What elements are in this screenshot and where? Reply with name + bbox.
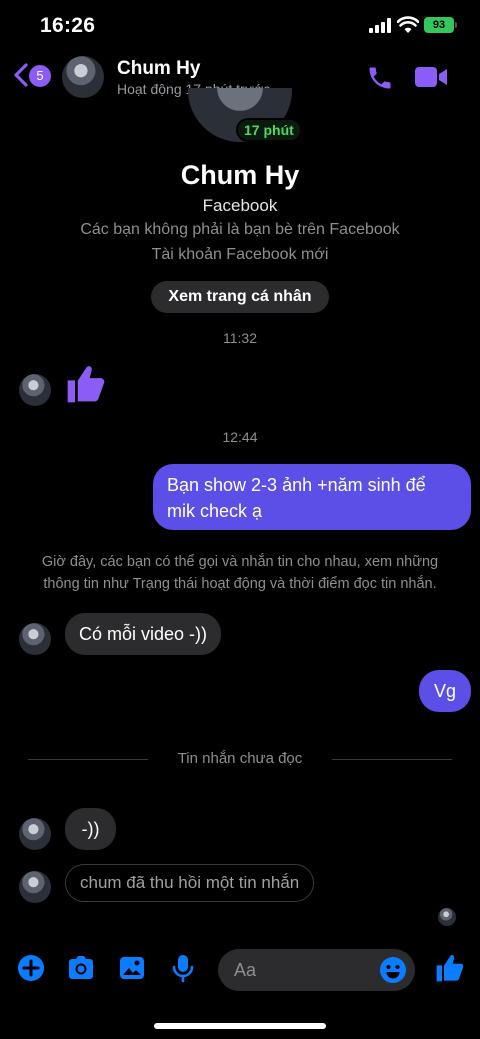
home-indicator <box>154 1023 326 1029</box>
message-input-box[interactable] <box>218 949 415 991</box>
thumbs-up-send-icon[interactable] <box>434 952 466 984</box>
wifi-icon <box>397 16 419 33</box>
contact-avatar[interactable] <box>62 56 104 98</box>
status-bar: 16:26 93 <box>0 0 480 50</box>
battery-indicator: 93 <box>424 17 454 33</box>
profile-name: Chum Hy <box>180 160 300 190</box>
status-time: 16:26 <box>40 14 96 37</box>
incoming-message[interactable]: -)) <box>65 808 116 850</box>
sender-avatar[interactable] <box>19 623 51 655</box>
account-age-note: Tài khoản Facebook mới <box>151 246 329 263</box>
timestamp: 11:32 <box>223 330 257 346</box>
cellular-signal-icon <box>369 18 391 33</box>
plus-icon[interactable] <box>16 953 46 983</box>
system-notice-line: thông tin như Trạng thái hoạt động và th… <box>43 576 437 592</box>
outgoing-message[interactable]: Bạn show 2-3 ảnh +năm sinh để mik check … <box>153 464 471 530</box>
timestamp: 12:44 <box>222 429 258 445</box>
sender-avatar[interactable] <box>19 871 51 903</box>
active-time-badge: 17 phút <box>236 118 302 142</box>
camera-icon[interactable] <box>66 953 96 983</box>
composer-toolbar <box>0 945 480 995</box>
outgoing-message[interactable]: Vg <box>419 670 471 712</box>
gallery-icon[interactable] <box>117 953 147 983</box>
microphone-icon[interactable] <box>168 953 198 983</box>
recalled-message-notice: chum đã thu hồi một tin nhắn <box>65 864 315 902</box>
profile-source: Facebook <box>202 196 278 215</box>
read-receipt-avatar <box>438 908 456 926</box>
back-chevron-icon[interactable] <box>12 62 30 88</box>
sender-avatar[interactable] <box>19 374 51 406</box>
friendship-note: Các bạn không phải là bạn bè trên Facebo… <box>80 221 400 238</box>
contact-name[interactable]: Chum Hy <box>117 58 200 80</box>
phone-call-icon[interactable] <box>366 64 394 92</box>
system-notice-line: Giờ đây, các bạn có thể gọi và nhắn tin … <box>41 554 439 570</box>
unread-count-badge[interactable]: 5 <box>29 65 51 87</box>
battery-tip <box>455 22 457 28</box>
thumbs-up-message-icon[interactable] <box>64 362 108 406</box>
view-profile-button[interactable]: Xem trang cá nhân <box>151 281 329 313</box>
sender-avatar[interactable] <box>19 818 51 850</box>
unread-divider-line <box>332 759 452 760</box>
emoji-icon[interactable] <box>379 956 407 984</box>
incoming-message[interactable]: Có mỗi video -)) <box>65 613 222 655</box>
message-input[interactable] <box>234 949 384 991</box>
video-call-icon[interactable] <box>414 64 448 90</box>
